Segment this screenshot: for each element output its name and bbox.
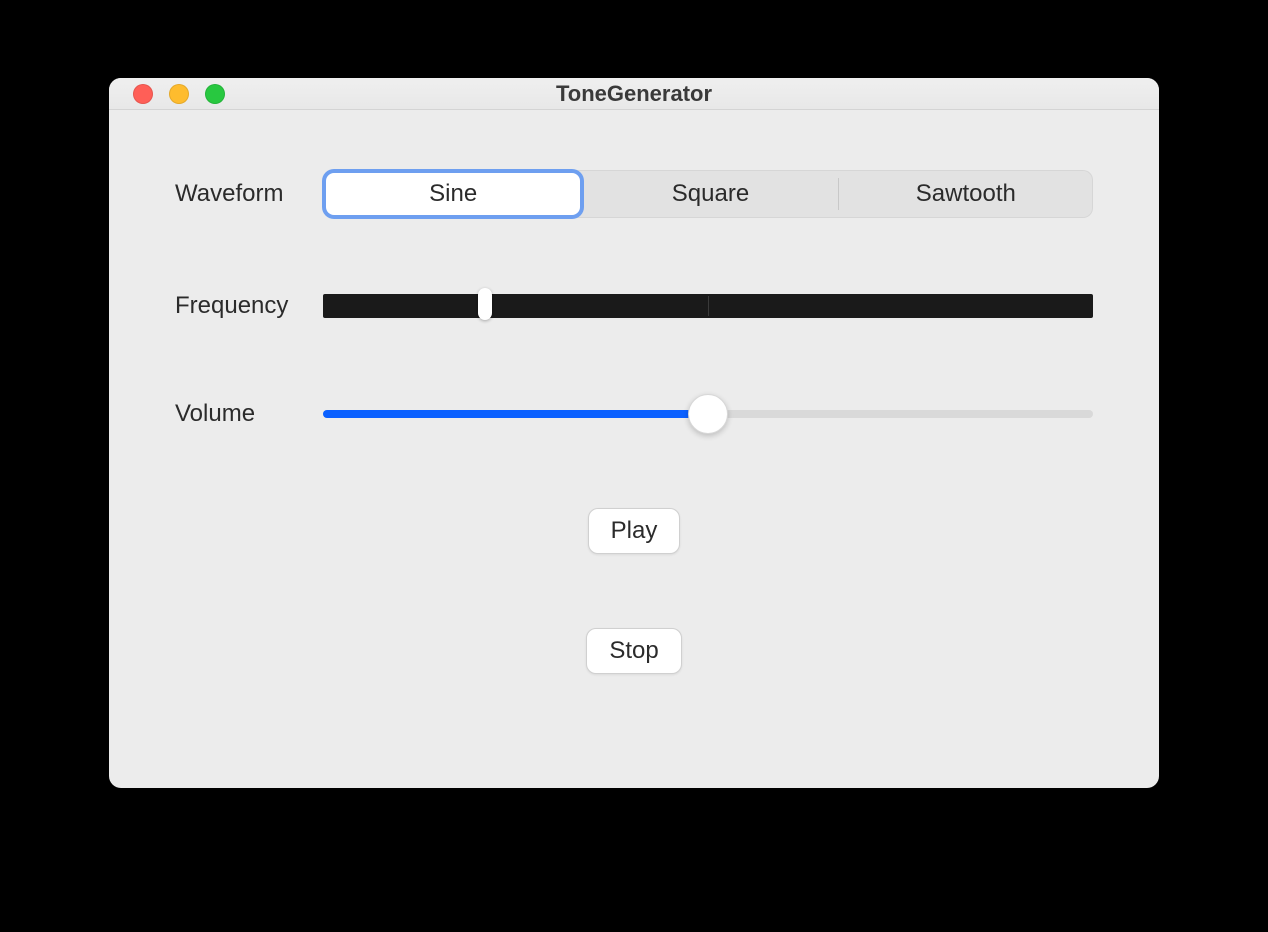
frequency-track xyxy=(323,294,1093,318)
waveform-option-sawtooth[interactable]: Sawtooth xyxy=(839,170,1093,218)
waveform-option-label: Sine xyxy=(429,180,477,208)
waveform-row: Waveform Sine Square Sawtooth xyxy=(175,170,1093,218)
window-title: ToneGenerator xyxy=(109,81,1159,107)
waveform-option-label: Sawtooth xyxy=(916,180,1016,208)
minimize-icon[interactable] xyxy=(169,84,189,104)
waveform-option-sine[interactable]: Sine xyxy=(326,173,580,215)
traffic-lights xyxy=(133,84,225,104)
content-area: Waveform Sine Square Sawtooth Frequency xyxy=(109,110,1159,788)
frequency-row: Frequency xyxy=(175,292,1093,320)
waveform-label: Waveform xyxy=(175,180,323,208)
app-window: ToneGenerator Waveform Sine Square Sawto… xyxy=(109,78,1159,788)
frequency-slider[interactable] xyxy=(323,292,1093,320)
titlebar: ToneGenerator xyxy=(109,78,1159,110)
play-button-row: Play xyxy=(175,508,1093,554)
maximize-icon[interactable] xyxy=(205,84,225,104)
volume-label: Volume xyxy=(175,400,323,428)
volume-row: Volume xyxy=(175,394,1093,434)
waveform-option-label: Square xyxy=(672,180,749,208)
stop-button[interactable]: Stop xyxy=(586,628,681,674)
waveform-segmented-control[interactable]: Sine Square Sawtooth xyxy=(323,170,1093,218)
stop-button-row: Stop xyxy=(175,628,1093,674)
close-icon[interactable] xyxy=(133,84,153,104)
volume-slider[interactable] xyxy=(323,394,1093,434)
volume-thumb[interactable] xyxy=(688,394,728,434)
frequency-label: Frequency xyxy=(175,292,323,320)
volume-track-fill xyxy=(323,410,708,418)
play-button[interactable]: Play xyxy=(588,508,681,554)
frequency-thumb[interactable] xyxy=(478,288,492,320)
waveform-option-square[interactable]: Square xyxy=(583,170,837,218)
